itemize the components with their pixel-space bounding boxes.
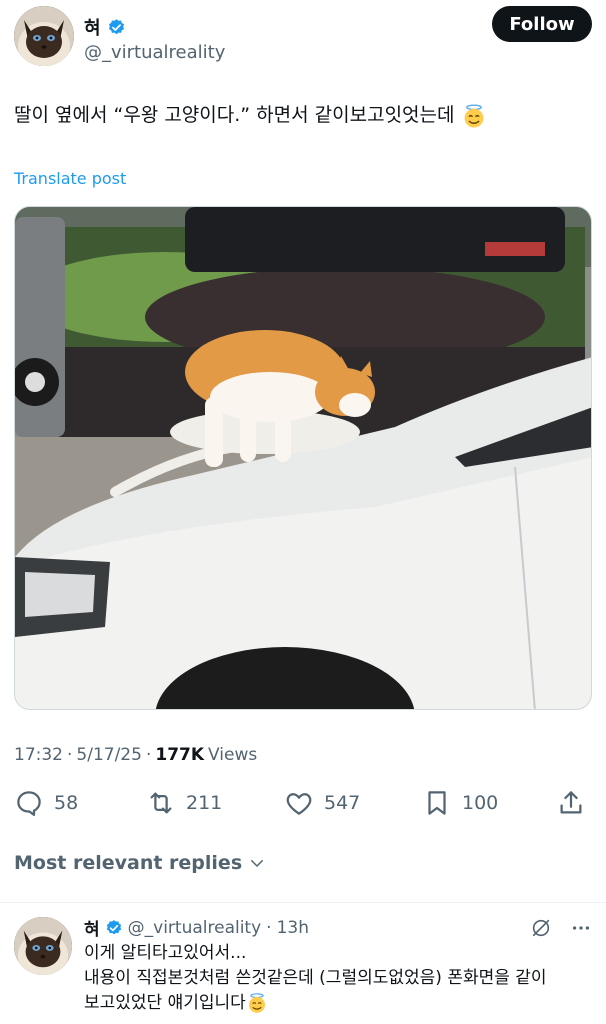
meta-separator: · — [67, 745, 73, 765]
bookmark-icon — [428, 791, 446, 815]
views-count: 177K — [155, 745, 205, 765]
reply-header: 혀 @_virtualreality · 13h — [84, 915, 309, 941]
author-avatar[interactable] — [14, 6, 74, 66]
heart-icon — [286, 793, 312, 815]
meta-separator: · — [145, 745, 152, 765]
tweet-actions: 58 211 547 100 — [14, 788, 592, 824]
author-name[interactable]: 혀 — [84, 14, 101, 40]
grok-icon[interactable] — [530, 917, 552, 939]
replies-sort-label: Most relevant replies — [14, 852, 243, 874]
share-icon — [560, 791, 582, 814]
chevron-down-icon — [251, 860, 264, 867]
reply-button[interactable]: 58 — [14, 788, 78, 818]
reply-header-icons — [530, 917, 592, 939]
reply-text: 이게 알티타고있어서... 내용이 직접본것처럼 쓴것같은데 (그럴의도없었음)… — [84, 941, 594, 1016]
share-button[interactable] — [556, 788, 586, 818]
smiling-face-with-halo-emoji-icon — [464, 103, 483, 128]
replies-sort-dropdown[interactable]: Most relevant replies — [14, 852, 266, 874]
divider — [0, 902, 606, 903]
verified-badge-icon — [106, 919, 121, 934]
repost-icon — [150, 792, 172, 814]
tweet-date[interactable]: 5/17/25 — [76, 745, 142, 765]
reply-author-handle[interactable]: @_virtualreality — [128, 918, 262, 938]
follow-button[interactable]: Follow — [492, 6, 592, 42]
reply-time[interactable]: 13h — [277, 918, 309, 938]
reply-icon — [17, 791, 41, 816]
reply-line: 이게 알티타고있어서... — [84, 943, 247, 963]
reply-line-with-emoji: 보고있었단 얘기입니다 — [84, 991, 594, 1016]
like-count: 547 — [324, 792, 361, 814]
reply-count: 58 — [54, 792, 79, 814]
meta-separator: · — [266, 917, 272, 938]
repost-button[interactable]: 211 — [146, 788, 222, 818]
bookmark-button[interactable]: 100 — [422, 788, 498, 818]
tweet-header: 혀 @_virtualreality Follow — [14, 6, 592, 66]
tweet-photo[interactable] — [14, 206, 592, 710]
bookmark-count: 100 — [462, 792, 499, 814]
siamese-cat-avatar-icon — [14, 917, 72, 975]
verified-badge-icon — [108, 18, 124, 34]
reply-line: 보고있었단 얘기입니다 — [84, 993, 246, 1013]
tweet-time[interactable]: 17:32 — [14, 745, 63, 765]
reply-author-avatar[interactable] — [14, 917, 72, 975]
reply-author-name[interactable]: 혀 — [84, 915, 100, 940]
tweet-text: 딸이 옆에서 “우왕 고양이다.” 하면서 같이보고잇엇는데 — [14, 100, 594, 130]
reply-item[interactable]: 혀 @_virtualreality · 13h 이게 알티타고있어서... 내… — [14, 915, 592, 1024]
cat-on-car-hood-photo-icon — [15, 207, 591, 709]
tweet-body: 딸이 옆에서 “우왕 고양이다.” 하면서 같이보고잇엇는데 — [14, 104, 455, 126]
more-options-icon[interactable] — [570, 917, 592, 939]
views-label: Views — [208, 745, 258, 765]
translate-post-link[interactable]: Translate post — [14, 169, 126, 188]
reply-line: 내용이 직접본것처럼 쓴것같은데 (그럴의도없었음) 폰화면을 같이 — [84, 968, 547, 988]
smiling-face-with-halo-emoji-icon — [248, 993, 265, 1013]
siamese-cat-avatar-icon — [14, 6, 74, 66]
repost-count: 211 — [186, 792, 223, 814]
like-button[interactable]: 547 — [284, 788, 360, 818]
author-handle[interactable]: @_virtualreality — [84, 42, 225, 63]
tweet-meta: 17:32 · 5/17/25 · 177K Views — [14, 745, 257, 765]
